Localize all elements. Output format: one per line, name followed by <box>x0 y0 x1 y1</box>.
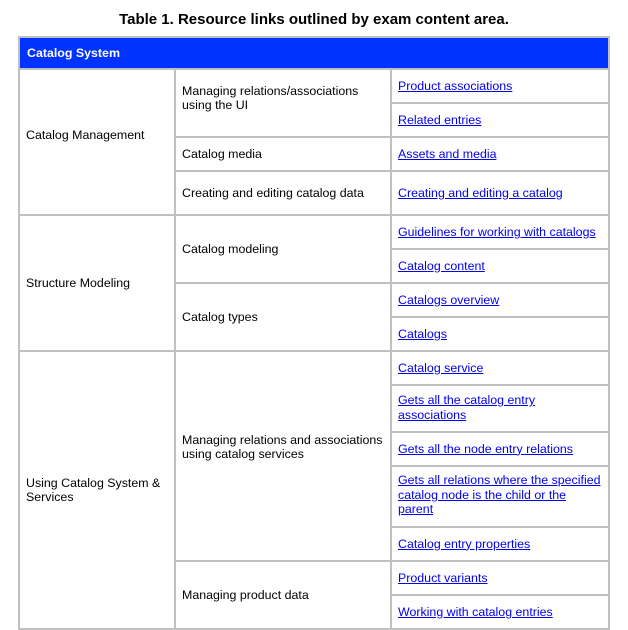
topic-cell: Catalog media <box>174 136 392 172</box>
resource-link[interactable]: Catalogs overview <box>398 293 499 307</box>
link-cell: Assets and media <box>389 136 611 172</box>
resource-link[interactable]: Product associations <box>398 79 512 93</box>
topic-cell: Managing relations and associations usin… <box>174 350 392 562</box>
link-cell: Creating and editing a catalog <box>389 170 611 216</box>
resource-link[interactable]: Gets all the catalog entry associations <box>398 393 535 422</box>
topic-cell: Creating and editing catalog data <box>174 170 392 216</box>
topic-cell: Managing product data <box>174 560 392 630</box>
topic-cell: Managing relations/associations using th… <box>174 68 392 138</box>
table-header-row: Catalog System <box>17 36 611 70</box>
table-caption: Table 1. Resource links outlined by exam… <box>119 11 509 28</box>
content-area-cell: Using Catalog System & Services <box>18 350 176 630</box>
link-cell: Product variants <box>389 560 611 596</box>
resource-link[interactable]: Catalog entry properties <box>398 537 530 551</box>
resource-link[interactable]: Gets all relations where the specified c… <box>398 473 601 516</box>
link-cell: Catalogs overview <box>389 282 611 318</box>
resource-link[interactable]: Gets all the node entry relations <box>398 442 573 456</box>
resource-link[interactable]: Related entries <box>398 113 481 127</box>
resource-link[interactable]: Guidelines for working with catalogs <box>398 225 596 239</box>
content-area-cell: Catalog Management <box>18 68 176 216</box>
link-cell: Catalog entry properties <box>389 526 611 562</box>
link-cell: Gets all the catalog entry associations <box>389 384 611 433</box>
resource-link[interactable]: Product variants <box>398 571 488 585</box>
table-header: Catalog System <box>17 36 611 70</box>
link-cell: Catalogs <box>389 316 611 352</box>
link-cell: Related entries <box>389 102 611 138</box>
resource-link[interactable]: Catalogs <box>398 327 447 341</box>
link-cell: Catalog service <box>389 350 611 386</box>
resource-link[interactable]: Assets and media <box>398 147 497 161</box>
link-cell: Catalog content <box>389 248 611 284</box>
resource-link[interactable]: Creating and editing a catalog <box>398 186 563 200</box>
content-area-cell: Structure Modeling <box>18 214 176 352</box>
resource-link[interactable]: Catalog service <box>398 361 483 375</box>
topic-cell: Catalog modeling <box>174 214 392 284</box>
topic-cell: Catalog types <box>174 282 392 352</box>
table-row: Using Catalog System & Services Managing… <box>18 350 611 630</box>
link-cell: Product associations <box>389 68 611 104</box>
table-row: Catalog Management Managing relations/as… <box>18 68 611 216</box>
link-cell: Guidelines for working with catalogs <box>389 214 611 250</box>
table-row: Structure Modeling Catalog modeling Guid… <box>18 214 611 352</box>
resource-link[interactable]: Working with catalog entries <box>398 605 553 619</box>
link-cell: Gets all the node entry relations <box>389 431 611 467</box>
resource-link[interactable]: Catalog content <box>398 259 485 273</box>
link-cell: Gets all relations where the specified c… <box>389 465 611 528</box>
resource-links-table: Catalog System Catalog Management Managi… <box>17 36 611 630</box>
